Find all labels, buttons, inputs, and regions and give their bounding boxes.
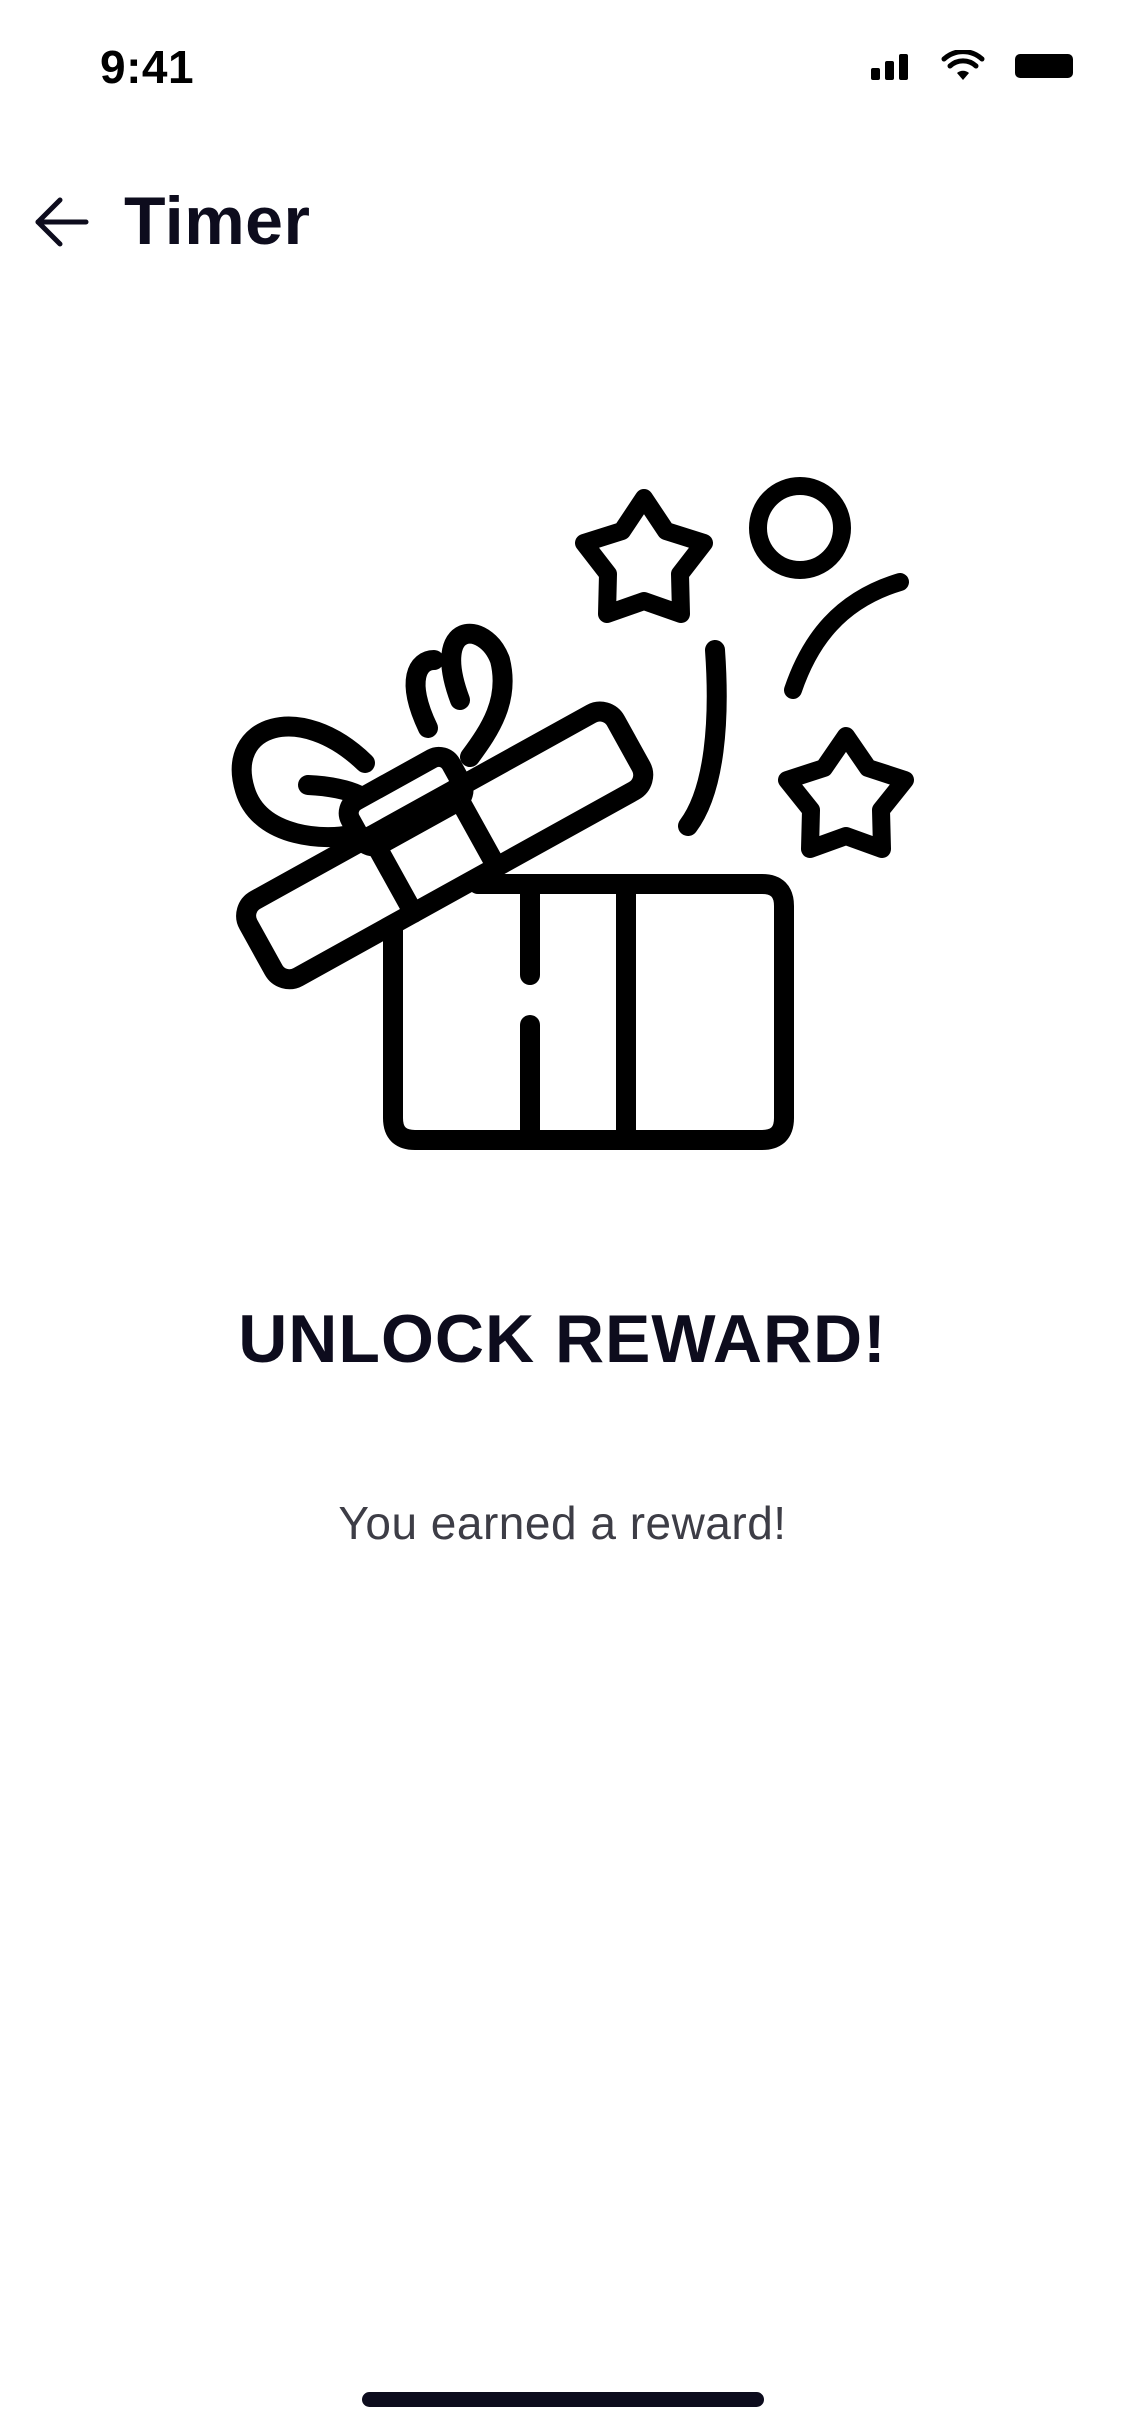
back-button[interactable] xyxy=(30,190,94,254)
star-icon xyxy=(778,727,914,858)
signal-icon xyxy=(871,52,911,85)
reward-title: UNLOCK REWARD! xyxy=(238,1301,887,1377)
status-icons xyxy=(871,49,1073,87)
status-bar: 9:41 xyxy=(0,0,1125,140)
status-time: 9:41 xyxy=(100,41,195,93)
arrow-left-icon xyxy=(35,197,89,247)
app-header: Timer xyxy=(0,170,1125,280)
battery-icon xyxy=(1015,52,1073,85)
open-gift-box-icon xyxy=(220,470,940,1190)
star-icon xyxy=(575,489,713,623)
home-indicator[interactable] xyxy=(362,2392,764,2407)
page-title: Timer xyxy=(124,183,311,259)
reward-subtitle: You earned a reward! xyxy=(338,1497,787,1549)
wifi-icon xyxy=(941,49,985,87)
